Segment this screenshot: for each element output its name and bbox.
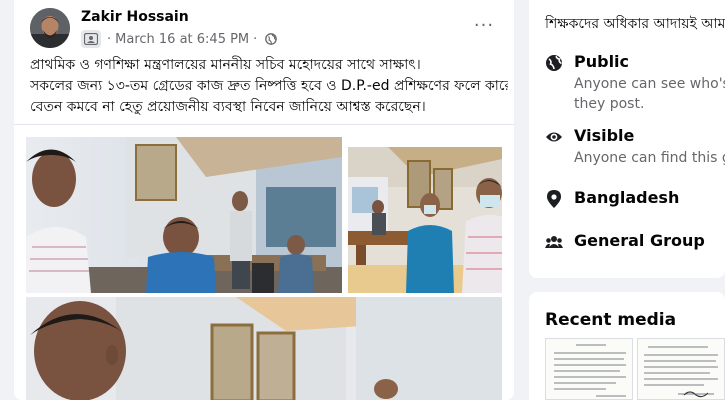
post-header: Zakir Hossain · March 16 at 6:45 PM · ··… <box>14 0 514 54</box>
post-text: প্রাথমিক ও গণশিক্ষা মন্ত্রণালয়ের মাননীয… <box>30 55 508 118</box>
recent-media-title[interactable]: Recent media <box>545 310 676 330</box>
privacy-globe-icon[interactable] <box>265 33 278 45</box>
about-title: Bangladesh <box>574 188 680 207</box>
author-avatar[interactable] <box>30 8 70 48</box>
eye-icon <box>545 128 563 146</box>
about-desc: Anyone can see who's i they post. <box>574 74 725 114</box>
about-card: শিক্ষকদের অধিকার আদায়ই আমা Public Anyon… <box>529 0 725 278</box>
photo-grid <box>14 124 514 400</box>
more-options-button[interactable]: ··· <box>470 14 498 36</box>
post-text-line: প্রাথমিক ও গণশিক্ষা মন্ত্রণালয়ের মাননীয… <box>30 57 421 73</box>
location-pin-icon <box>545 190 563 208</box>
group-icon <box>545 233 563 251</box>
globe-icon <box>545 54 563 72</box>
post-text-line: বেতন কমবে না হেতু প্রয়োজনীয় ব্যবস্থা ন… <box>30 99 426 115</box>
group-chip-icon[interactable] <box>81 30 101 48</box>
author-name[interactable]: Zakir Hossain <box>81 9 189 25</box>
post-photo[interactable] <box>26 137 342 293</box>
about-desc-line: they post. <box>574 96 645 112</box>
post-timestamp[interactable]: March 16 at 6:45 PM <box>115 32 249 47</box>
about-desc: Anyone can find this gr <box>574 148 725 168</box>
about-title: Visible <box>574 126 635 145</box>
group-post: Zakir Hossain · March 16 at 6:45 PM · ··… <box>14 0 514 400</box>
meta-separator: · <box>253 31 258 47</box>
post-photo[interactable] <box>348 147 502 293</box>
about-desc-line: Anyone can see who's i <box>574 76 725 92</box>
about-title: Public <box>574 52 630 71</box>
recent-media-card: Recent media <box>529 292 725 400</box>
post-photo[interactable] <box>26 297 502 400</box>
meta-separator: · <box>107 31 112 47</box>
group-description: শিক্ষকদের অধিকার আদায়ই আমা <box>545 16 725 32</box>
post-text-line: সকলের জন্য ১৩-তম গ্রেডের কাজ দ্রুত নিষ্প… <box>30 78 508 94</box>
post-meta: · March 16 at 6:45 PM · <box>81 29 278 49</box>
recent-media-thumbnail[interactable] <box>545 338 633 400</box>
recent-media-thumbnail[interactable] <box>637 338 725 400</box>
about-desc-line: Anyone can find this gr <box>574 150 725 166</box>
about-title: General Group <box>574 231 705 250</box>
